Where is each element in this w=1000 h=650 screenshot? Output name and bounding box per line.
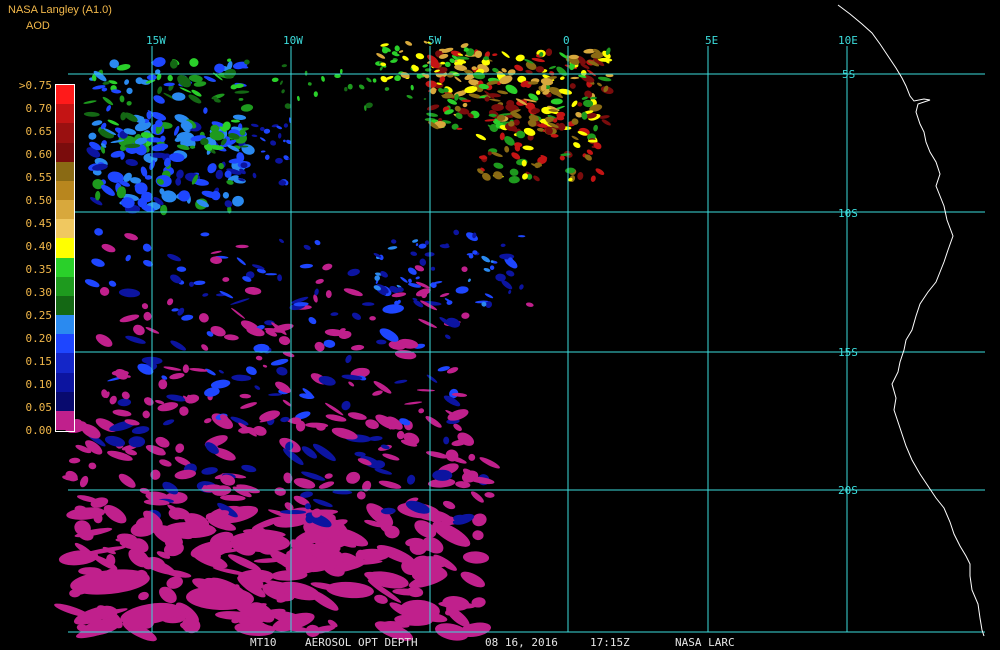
legend-label: 0.15 bbox=[25, 355, 53, 368]
aod-blob bbox=[325, 290, 332, 299]
aod-blob bbox=[265, 273, 278, 276]
legend-swatch bbox=[56, 410, 74, 431]
aod-blob bbox=[235, 244, 249, 249]
map-footer: MT10 AEROSOL OPT DEPTH 08 16, 2016 17:15… bbox=[0, 636, 1000, 650]
aod-blob bbox=[362, 302, 375, 306]
legend-swatch bbox=[56, 238, 74, 258]
legend-label: 0.00 bbox=[25, 424, 53, 437]
legend-label: 0.05 bbox=[25, 401, 53, 414]
lon-label-5w: 5W bbox=[428, 34, 442, 47]
footer-time: 17:15Z bbox=[590, 636, 630, 649]
aod-blob bbox=[313, 91, 318, 97]
lon-label-0: 0 bbox=[563, 34, 570, 47]
lat-label-5s: 5S bbox=[842, 68, 855, 81]
aod-map: 15W 10W 5W 0 5E 10E 5S 10S 15S 20S bbox=[0, 0, 1000, 650]
lon-label-10w: 10W bbox=[283, 34, 303, 47]
legend-label: 0.30 bbox=[25, 286, 53, 299]
footer-date: 08 16, 2016 bbox=[485, 636, 558, 649]
aod-blob bbox=[491, 104, 504, 111]
legend-label: 0.40 bbox=[25, 240, 53, 253]
legend-swatch bbox=[56, 276, 74, 297]
legend-swatch bbox=[56, 353, 74, 373]
legend-swatch bbox=[56, 315, 74, 335]
product-title: NASA Langley (A1.0) bbox=[8, 4, 112, 16]
legend-label: 0.10 bbox=[25, 378, 53, 391]
legend-swatch bbox=[56, 200, 74, 220]
aod-blob bbox=[432, 469, 453, 481]
aod-blob bbox=[527, 81, 539, 85]
aod-blob bbox=[568, 54, 580, 60]
lat-label-15s: 15S bbox=[838, 346, 858, 359]
legend-swatch bbox=[56, 161, 74, 182]
lon-label-15w: 15W bbox=[146, 34, 166, 47]
lon-label-10e: 10E bbox=[838, 34, 858, 47]
footer-org: NASA LARC bbox=[675, 636, 735, 649]
footer-product: MT10 bbox=[250, 636, 277, 649]
aod-blob bbox=[443, 436, 450, 445]
legend-swatch bbox=[56, 372, 74, 393]
legend-label: 0.50 bbox=[25, 194, 53, 207]
aod-blob bbox=[344, 87, 348, 92]
aod-blob bbox=[176, 131, 195, 143]
legend-swatch bbox=[56, 123, 74, 143]
legend-swatch bbox=[56, 334, 74, 354]
variable-name: AOD bbox=[26, 20, 50, 32]
legend-swatch bbox=[56, 219, 74, 239]
legend-swatch bbox=[56, 257, 74, 278]
aod-blob bbox=[409, 540, 427, 555]
lat-label-10s: 10S bbox=[838, 207, 858, 220]
legend-label: 0.25 bbox=[25, 309, 53, 322]
map-background bbox=[0, 0, 1000, 650]
legend-label: 0.55 bbox=[25, 171, 53, 184]
legend-label: >0.75 bbox=[18, 79, 52, 92]
legend-swatch bbox=[56, 104, 74, 124]
legend-swatch bbox=[56, 295, 74, 316]
legend-label: 0.60 bbox=[25, 148, 53, 161]
legend-label: 0.35 bbox=[25, 263, 53, 276]
legend-label: 0.45 bbox=[25, 217, 53, 230]
legend-label: 0.70 bbox=[25, 102, 53, 115]
legend-swatch bbox=[56, 142, 74, 163]
legend-swatch bbox=[56, 85, 74, 105]
footer-title: AEROSOL OPT DEPTH bbox=[305, 636, 418, 649]
legend-swatch bbox=[56, 391, 74, 412]
lat-label-20s: 20S bbox=[838, 484, 858, 497]
lon-label-5e: 5E bbox=[705, 34, 718, 47]
legend-swatch bbox=[56, 180, 74, 201]
legend-label: 0.20 bbox=[25, 332, 53, 345]
legend-label: 0.65 bbox=[25, 125, 53, 138]
